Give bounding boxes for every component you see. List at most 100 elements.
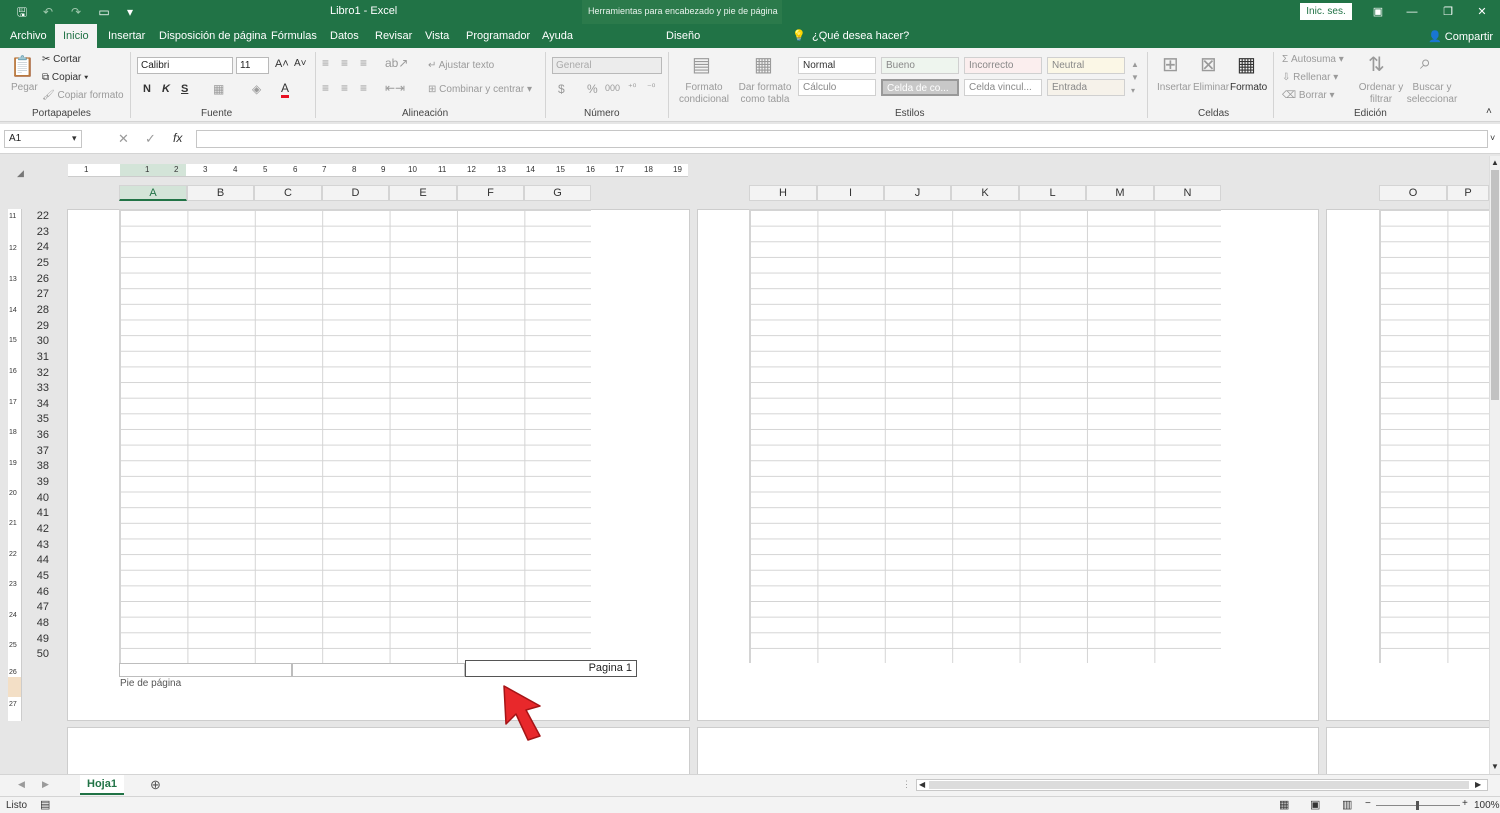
row-header[interactable]: 46 (29, 585, 51, 601)
row-header[interactable]: 45 (29, 569, 51, 585)
fill-button[interactable]: ⇩ Rellenar ▾ (1282, 72, 1338, 83)
font-color-icon[interactable]: A (281, 81, 290, 98)
sheet-tab-hoja1[interactable]: Hoja1 (80, 775, 124, 795)
row-header[interactable]: 35 (29, 412, 51, 428)
page-break-view-icon[interactable]: ▥ (1342, 798, 1352, 811)
column-header-j[interactable]: J (884, 185, 951, 201)
font-size-select[interactable]: 11 (236, 57, 269, 74)
share-button[interactable]: 👤 Compartir (1428, 30, 1493, 43)
cancel-icon[interactable]: ✕ (118, 131, 129, 147)
name-box[interactable]: A1 (4, 130, 82, 148)
tab-programador[interactable]: Programador (466, 24, 530, 48)
signin-button[interactable]: Inic. ses. (1300, 3, 1352, 20)
customize-qat-icon[interactable]: ▾ (122, 4, 138, 20)
footer-left-section[interactable] (119, 663, 292, 677)
delete-cells-icon[interactable]: ⊠ (1200, 52, 1217, 77)
insert-function-button[interactable]: fx (173, 131, 182, 145)
collapse-ribbon-icon[interactable]: ˄ (1486, 106, 1492, 117)
horizontal-scroll-thumb[interactable] (929, 781, 1469, 789)
align-middle-icon[interactable]: ≡ (341, 56, 348, 70)
align-top-icon[interactable]: ≡ (322, 56, 329, 70)
copy-button[interactable]: ⧉ Copiar ▾ (42, 72, 88, 83)
column-header-h[interactable]: H (749, 185, 817, 201)
clear-button[interactable]: ⌫ Borrar ▾ (1282, 90, 1335, 101)
column-header-g[interactable]: G (524, 185, 591, 201)
scroll-left-icon[interactable]: ◀ (919, 780, 925, 789)
styles-scroll-icon[interactable]: ▲ ▼ ▾ (1131, 58, 1139, 97)
cell-grid-page-2[interactable] (749, 209, 1221, 663)
align-right-icon[interactable]: ≡ (360, 81, 367, 95)
find-select-button[interactable]: Buscar y seleccionar (1402, 82, 1462, 106)
row-header[interactable]: 41 (29, 506, 51, 522)
ribbon-display-icon[interactable]: ▣ (1364, 3, 1392, 21)
align-bottom-icon[interactable]: ≡ (360, 56, 367, 70)
column-header-l[interactable]: L (1019, 185, 1086, 201)
conditional-format-icon[interactable]: ▤ (692, 52, 711, 77)
row-header[interactable]: 27 (29, 287, 51, 303)
style-bueno[interactable]: Bueno (881, 57, 959, 74)
tab-ayuda[interactable]: Ayuda (542, 24, 573, 48)
column-header-b[interactable]: B (187, 185, 254, 201)
row-header[interactable]: 33 (29, 381, 51, 397)
row-header[interactable]: 38 (29, 459, 51, 475)
next-sheet-icon[interactable]: ▶ (42, 779, 49, 790)
delete-cells-button[interactable]: Eliminar (1193, 82, 1229, 93)
horizontal-scrollbar[interactable]: ◀ ▶ (916, 779, 1488, 791)
row-header[interactable]: 34 (29, 397, 51, 413)
row-header[interactable]: 25 (29, 256, 51, 272)
orientation-icon[interactable]: ab↗ (385, 56, 408, 70)
redo-icon[interactable]: ↷ (68, 4, 84, 20)
row-header[interactable]: 26 (29, 272, 51, 288)
formula-input[interactable] (196, 130, 1488, 148)
tab-archivo[interactable]: Archivo (10, 24, 47, 48)
cell-grid-page-1[interactable] (119, 209, 591, 663)
tab-insertar[interactable]: Insertar (108, 24, 145, 48)
percent-button[interactable]: % (587, 82, 598, 96)
wrap-text-button[interactable]: ↵ Ajustar texto (428, 60, 494, 71)
macro-record-icon[interactable]: ▤ (40, 798, 50, 811)
table-format-icon[interactable]: ▦ (754, 52, 773, 77)
grow-font-icon[interactable]: A˄ (275, 58, 289, 70)
number-format-select[interactable]: General (552, 57, 662, 74)
insert-cells-icon[interactable]: ⊞ (1162, 52, 1179, 77)
style-entrada[interactable]: Entrada (1047, 79, 1125, 96)
column-header-e[interactable]: E (389, 185, 457, 201)
close-icon[interactable]: ✕ (1468, 3, 1496, 21)
name-box-dropdown-icon[interactable]: ▾ (72, 133, 77, 144)
paste-icon[interactable]: 📋 (10, 54, 35, 79)
row-header[interactable]: 32 (29, 366, 51, 382)
row-header[interactable]: 48 (29, 616, 51, 632)
align-left-icon[interactable]: ≡ (322, 81, 329, 95)
row-header[interactable]: 23 (29, 225, 51, 241)
style-incorrecto[interactable]: Incorrecto (964, 57, 1042, 74)
merge-center-button[interactable]: ⊞ Combinar y centrar ▾ (428, 84, 532, 95)
enter-icon[interactable]: ✓ (145, 131, 156, 147)
scroll-up-icon[interactable]: ▲ (1491, 158, 1499, 167)
sort-filter-icon[interactable]: ⇅ (1368, 52, 1385, 77)
zoom-in-icon[interactable]: + (1462, 798, 1468, 809)
add-sheet-icon[interactable]: ⊕ (150, 777, 161, 793)
row-header[interactable]: 36 (29, 428, 51, 444)
column-header-d[interactable]: D (322, 185, 389, 201)
align-center-icon[interactable]: ≡ (341, 81, 348, 95)
style-neutral[interactable]: Neutral (1047, 57, 1125, 74)
fill-color-icon[interactable]: ◈ (252, 82, 261, 96)
save-icon[interactable]: 🖫 (14, 4, 30, 20)
paste-button[interactable]: Pegar (11, 82, 38, 93)
footer-center-section[interactable] (292, 663, 465, 677)
find-select-icon[interactable]: ⌕ (1420, 52, 1431, 75)
cell-grid-page-3[interactable] (1379, 209, 1489, 663)
touch-mode-icon[interactable]: ▭ (96, 4, 112, 20)
row-header[interactable]: 49 (29, 632, 51, 648)
row-header[interactable]: 31 (29, 350, 51, 366)
column-header-n[interactable]: N (1154, 185, 1221, 201)
tab-revisar[interactable]: Revisar (375, 24, 412, 48)
scroll-down-icon[interactable]: ▼ (1491, 762, 1499, 771)
row-header[interactable]: 28 (29, 303, 51, 319)
undo-icon[interactable]: ↶ (40, 4, 56, 20)
row-header[interactable]: 29 (29, 319, 51, 335)
column-header-c[interactable]: C (254, 185, 322, 201)
row-header[interactable]: 50 (29, 647, 51, 663)
format-cells-button[interactable]: Formato (1230, 82, 1267, 93)
select-all-icon[interactable]: ◢ (17, 168, 24, 179)
